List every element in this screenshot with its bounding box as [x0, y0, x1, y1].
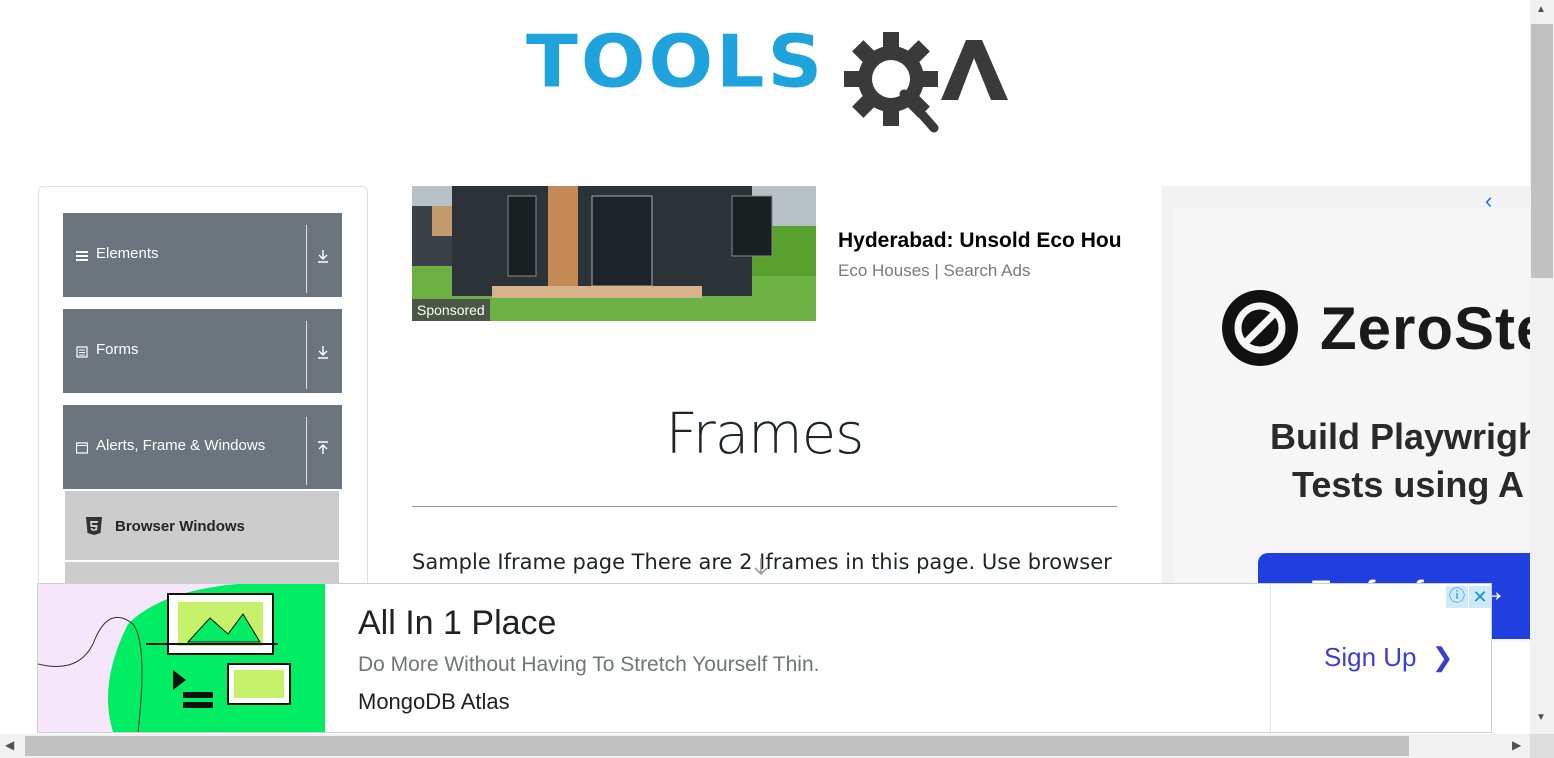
ad-headline-line1: Build Playwrigh: [1270, 416, 1530, 457]
divider: [306, 417, 307, 485]
toolsqa-logo[interactable]: TOOLS: [524, 22, 1014, 137]
horizontal-scrollbar-thumb[interactable]: [25, 736, 1409, 756]
divider: [1270, 584, 1271, 732]
divider: [306, 225, 307, 293]
sidebar-group-label: Forms: [96, 341, 139, 358]
download-arrow-icon[interactable]: [317, 345, 329, 359]
page-title: Frames: [665, 402, 865, 467]
sidebar-group-alerts-frame-windows[interactable]: Alerts, Frame & Windows: [63, 405, 342, 489]
ad-source[interactable]: Eco Houses | Search Ads: [838, 261, 1030, 281]
ad-bottom-title[interactable]: All In 1 Place: [358, 604, 556, 643]
scrollbar-corner: [1530, 734, 1554, 758]
sidebar: Elements Forms Alerts, Frame & Windows B…: [38, 186, 368, 608]
ad-bottom-description[interactable]: Do More Without Having To Stretch Yourse…: [358, 653, 819, 677]
sidebar-group-forms[interactable]: Forms: [63, 309, 342, 393]
scroll-right-arrow-icon[interactable]: ▶: [1512, 738, 1521, 752]
ad-bottom-banner[interactable]: All In 1 Place Do More Without Having To…: [37, 583, 1492, 733]
ad-headline[interactable]: Hyderabad: Unsold Eco Hou: [838, 229, 1162, 253]
ad-bottom-brand[interactable]: MongoDB Atlas: [358, 689, 510, 715]
logo-tools-text: TOOLS: [526, 19, 826, 104]
vertical-scrollbar-thumb[interactable]: [1531, 24, 1553, 278]
ad-house-image[interactable]: Sponsored: [412, 186, 816, 321]
chevron-down-icon: [754, 558, 768, 576]
logo-qa-gear-icon: [844, 32, 1008, 133]
sponsored-badge: Sponsored: [412, 299, 490, 321]
ad-right-banner[interactable]: ZeroSte Build Playwrigh Tests using A Tr…: [1162, 186, 1530, 642]
sidebar-group-elements[interactable]: Elements: [63, 213, 342, 297]
sidebar-group-label: Elements: [96, 245, 159, 262]
zerostep-logo-icon: [1222, 290, 1298, 366]
ad-brand-name: ZeroSte: [1320, 295, 1530, 362]
sign-up-label: Sign Up: [1324, 642, 1417, 672]
divider: [306, 321, 307, 389]
window-icon: [76, 442, 88, 454]
scroll-left-arrow-icon[interactable]: ◀: [5, 738, 14, 752]
mongodb-illustration: [38, 584, 325, 732]
chevron-left-icon[interactable]: ‹: [1485, 188, 1492, 214]
form-icon: [76, 346, 88, 358]
chevron-right-icon: ❯: [1431, 642, 1454, 672]
ad-info-icon[interactable]: ⓘ: [1446, 586, 1468, 608]
sidebar-item-label: Browser Windows: [115, 518, 245, 535]
ad-right-content: ZeroSte Build Playwrigh Tests using A Tr…: [1174, 208, 1530, 642]
title-divider: [412, 506, 1117, 507]
scroll-down-arrow-icon[interactable]: ▼: [1536, 712, 1546, 723]
html5-icon: [86, 517, 102, 535]
upload-arrow-icon[interactable]: [317, 441, 329, 455]
sign-up-button[interactable]: Sign Up ❯: [1324, 642, 1454, 673]
sidebar-group-label: Alerts, Frame & Windows: [96, 437, 266, 454]
scroll-up-arrow-icon[interactable]: ▲: [1536, 4, 1546, 15]
sponsored-ad-top[interactable]: Sponsored Hyderabad: Unsold Eco Hou Eco …: [412, 186, 1162, 321]
ad-headline-line2: Tests using A: [1292, 464, 1525, 505]
menu-icon: [76, 251, 88, 261]
ad-bottom-image[interactable]: [38, 584, 325, 732]
sidebar-item-browser-windows[interactable]: Browser Windows: [65, 491, 339, 560]
download-arrow-icon[interactable]: [317, 249, 329, 263]
ad-close-icon[interactable]: ✕: [1469, 586, 1491, 608]
